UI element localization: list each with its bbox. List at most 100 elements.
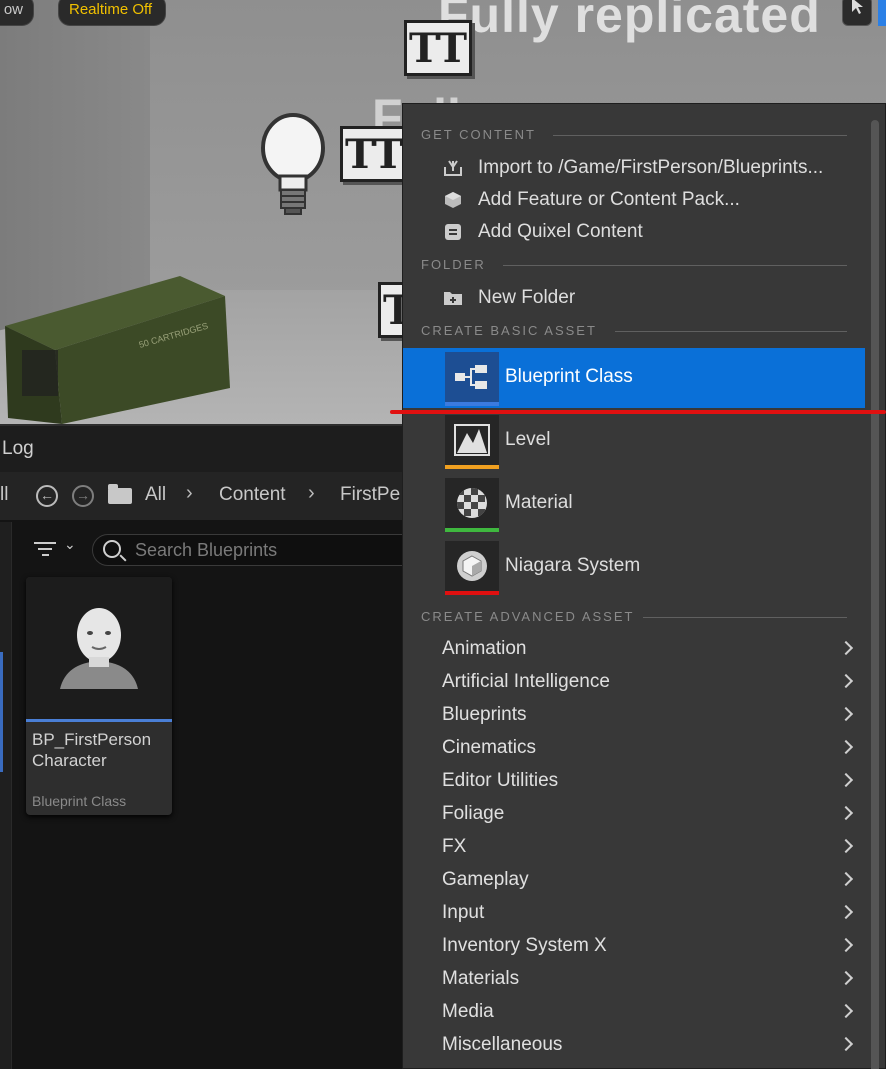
- submenu-inventory-system-x[interactable]: Inventory System X: [403, 930, 865, 963]
- chevron-right-icon: [838, 706, 854, 722]
- section-header-get-content: GET CONTENT: [421, 127, 536, 142]
- menu-item-niagara-system[interactable]: Niagara System: [403, 537, 865, 597]
- section-divider: [615, 331, 847, 332]
- chevron-right-icon: [838, 871, 854, 887]
- breadcrumb-firstperson[interactable]: FirstPe: [340, 484, 400, 506]
- chevron-right-icon: [838, 1036, 854, 1052]
- point-light-bulb-icon[interactable]: [260, 112, 326, 218]
- menu-item-import[interactable]: Import to /Game/FirstPerson/Blueprints..…: [403, 152, 865, 184]
- new-folder-icon: [444, 292, 462, 305]
- chevron-right-icon: ›: [186, 482, 193, 504]
- select-mode-button[interactable]: [842, 0, 872, 26]
- menu-item-label: Blueprint Class: [505, 366, 633, 387]
- submenu-label: Blueprints: [442, 704, 527, 725]
- asset-color-stripe: [445, 528, 499, 532]
- submenu-label: Materials: [442, 968, 520, 989]
- submenu-label: Miscellaneous: [442, 1034, 563, 1055]
- back-arrow-icon[interactable]: ←: [36, 485, 58, 507]
- tab-label: Log: [2, 438, 34, 459]
- toolbar-edge-indicator: [878, 0, 886, 26]
- level-thumbnail: [445, 415, 499, 469]
- blueprint-thumbnail: [445, 352, 499, 406]
- niagara-icon: [457, 551, 487, 581]
- submenu-label: Media: [442, 1001, 494, 1022]
- section-divider: [553, 135, 847, 136]
- chevron-right-icon: [838, 739, 854, 755]
- submenu-label: Inventory System X: [442, 935, 607, 956]
- asset-color-stripe: [445, 465, 499, 469]
- menu-item-label: Import to /Game/FirstPerson/Blueprints..…: [478, 157, 824, 178]
- menu-item-blueprint-class[interactable]: Blueprint Class: [403, 348, 865, 408]
- submenu-media[interactable]: Media: [403, 996, 865, 1029]
- submenu-artificial-intelligence[interactable]: Artificial Intelligence: [403, 666, 865, 699]
- asset-color-stripe: [445, 402, 499, 406]
- submenu-animation[interactable]: Animation: [403, 633, 865, 666]
- section-header-advanced-asset: CREATE ADVANCED ASSET: [421, 609, 635, 624]
- submenu-label: Animation: [442, 638, 527, 659]
- menu-item-label: Material: [505, 492, 573, 513]
- menu-item-label: New Folder: [478, 287, 576, 308]
- section-divider: [643, 617, 847, 618]
- submenu-gameplay[interactable]: Gameplay: [403, 864, 865, 897]
- submenu-label: Editor Utilities: [442, 770, 559, 791]
- character-avatar-icon: [60, 608, 138, 689]
- add-asset-context-menu: GET CONTENT Import to /Game/FirstPerson/…: [402, 103, 886, 1069]
- material-thumbnail: [445, 478, 499, 532]
- menu-item-material[interactable]: Material: [403, 474, 865, 534]
- submenu-input[interactable]: Input: [403, 897, 865, 930]
- breadcrumb-content[interactable]: Content: [219, 484, 286, 506]
- quixel-icon: [445, 224, 461, 240]
- highlight-underline-annotation: [390, 410, 886, 414]
- realtime-off-button[interactable]: Realtime Off: [58, 0, 166, 26]
- submenu-label: Input: [442, 902, 485, 923]
- submenu-label: Artificial Intelligence: [442, 671, 610, 692]
- filter-icon[interactable]: [34, 542, 56, 558]
- folder-icon[interactable]: [108, 484, 132, 504]
- blueprint-icon: [455, 365, 487, 389]
- import-icon: [444, 160, 462, 176]
- menu-item-label: Add Feature or Content Pack...: [478, 189, 740, 210]
- viewport-view-mode-button[interactable]: ow: [0, 0, 34, 26]
- chevron-right-icon: [838, 937, 854, 953]
- section-header-basic-asset: CREATE BASIC ASSET: [421, 323, 597, 338]
- submenu-miscellaneous[interactable]: Miscellaneous: [403, 1029, 865, 1062]
- nav-left-fragment[interactable]: ll: [0, 484, 8, 506]
- cursor-icon: [852, 0, 863, 14]
- asset-thumbnail: [26, 577, 172, 719]
- ammo-box-mesh[interactable]: 50 CARTRIDGES: [0, 268, 235, 424]
- menu-scrollbar[interactable]: [871, 120, 879, 1069]
- menu-item-add-quixel[interactable]: Add Quixel Content: [403, 216, 865, 248]
- menu-item-level[interactable]: Level: [403, 411, 865, 471]
- submenu-editor-utilities[interactable]: Editor Utilities: [403, 765, 865, 798]
- chevron-right-icon: [838, 1003, 854, 1019]
- material-icon: [457, 488, 487, 518]
- forward-arrow-icon[interactable]: →: [72, 485, 94, 507]
- level-icon: [454, 424, 490, 456]
- chevron-right-icon: [838, 772, 854, 788]
- search-icon: [103, 540, 121, 558]
- submenu-cinematics[interactable]: Cinematics: [403, 732, 865, 765]
- breadcrumb-all[interactable]: All: [145, 484, 166, 506]
- chevron-down-icon[interactable]: ⌄: [64, 536, 76, 553]
- submenu-label: FX: [442, 836, 467, 857]
- asset-type-color-bar: [26, 719, 172, 722]
- submenu-blueprints[interactable]: Blueprints: [403, 699, 865, 732]
- chevron-right-icon: [838, 904, 854, 920]
- text-render-actor-icon[interactable]: TT: [404, 20, 472, 76]
- chevron-right-icon: [838, 673, 854, 689]
- submenu-foliage[interactable]: Foliage: [403, 798, 865, 831]
- submenu-fx[interactable]: FX: [403, 831, 865, 864]
- section-divider: [503, 265, 847, 266]
- menu-item-label: Niagara System: [505, 555, 641, 576]
- sources-panel-strip: [0, 522, 12, 1069]
- viewport-3d-text-title: Fully replicated: [438, 0, 821, 43]
- section-header-folder: FOLDER: [421, 257, 486, 272]
- menu-item-add-feature-pack[interactable]: Add Feature or Content Pack...: [403, 184, 865, 216]
- chevron-right-icon: [838, 838, 854, 854]
- submenu-materials[interactable]: Materials: [403, 963, 865, 996]
- chevron-right-icon: ›: [308, 482, 315, 504]
- asset-tile[interactable]: BP_FirstPerson Character Blueprint Class: [26, 577, 172, 815]
- menu-item-new-folder[interactable]: New Folder: [403, 282, 865, 314]
- text-render-actor-icon[interactable]: TT: [340, 126, 408, 182]
- asset-color-stripe: [445, 591, 499, 595]
